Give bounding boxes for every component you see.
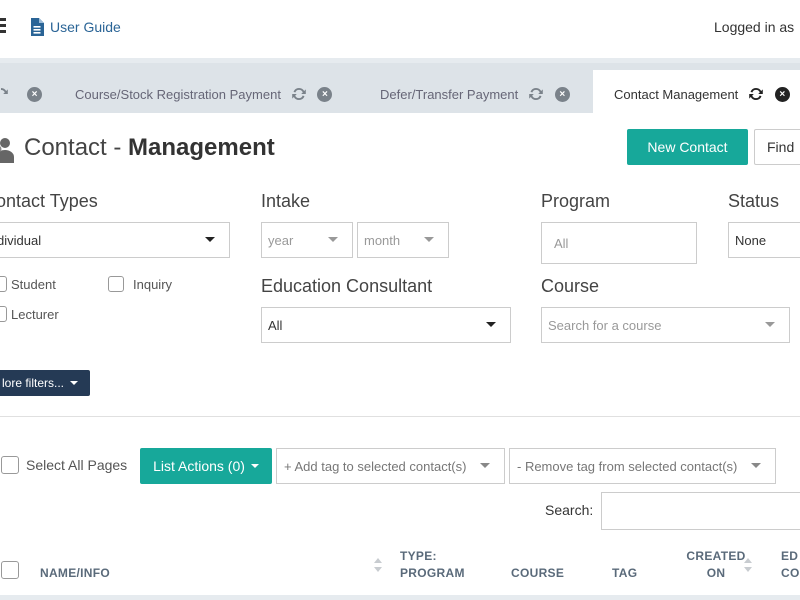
page-title-prefix: Contact - [24,134,129,161]
intake-month-placeholder: month [364,232,401,248]
column-header-tag[interactable]: TAG [612,565,637,582]
page-title-bold: Management [128,134,275,161]
chevron-down-icon [328,237,338,242]
program-value: All [554,235,569,251]
contact-types-value: dividual [0,232,42,248]
chevron-down-icon [70,381,79,385]
tab-strip: × Course/Stock Registration Payment × De… [0,58,800,118]
column-header-course[interactable]: COURSE [511,565,564,582]
close-tab-icon[interactable]: × [554,86,570,102]
new-contact-button[interactable]: New Contact [627,129,748,165]
column-header-type-program[interactable]: TYPE: PROGRAM [400,548,465,582]
column-header-created-line2: ON [706,566,726,580]
column-header-edit-line1: ED [781,549,799,563]
intake-month-select[interactable]: month [357,222,449,258]
hamburger-menu-icon[interactable] [0,18,6,33]
column-header-type-line2: PROGRAM [400,566,465,580]
find-button[interactable]: Find [754,129,800,165]
list-actions-label: List Actions (0) [153,458,245,474]
course-label: Course [541,276,600,296]
tab-label: Defer/Transfer Payment [380,86,519,102]
tab-course-stock-registration-payment[interactable]: Course/Stock Registration Payment × [75,70,345,118]
chevron-down-icon [486,322,496,327]
remove-tag-select[interactable]: - Remove tag from selected contact(s) [509,448,776,484]
refresh-icon[interactable] [748,86,764,102]
search-input[interactable] [601,492,800,530]
tab-defer-transfer-payment[interactable]: Defer/Transfer Payment × [380,70,580,118]
education-consultant-select[interactable]: All [261,307,511,343]
tab-label: Contact Management [614,86,739,102]
program-select[interactable]: All [541,222,697,264]
status-value: None [735,232,767,248]
contact-types-label: ontact Types [0,191,98,211]
lecturer-checkbox[interactable] [0,306,7,322]
more-filters-label: lore filters... [2,376,65,390]
close-tab-icon[interactable]: × [774,86,790,102]
tab-partial[interactable]: × [0,70,42,118]
logged-in-text: Logged in as [714,19,795,35]
refresh-icon[interactable] [0,86,11,102]
program-label: Program [541,191,611,211]
education-consultant-value: All [268,317,283,333]
more-filters-button[interactable]: lore filters... [0,370,90,396]
add-tag-select[interactable]: + Add tag to selected contact(s) [276,448,505,484]
top-bar: User Guide Logged in as [0,0,800,58]
divider [0,416,800,417]
lecturer-label: Lecturer [11,307,59,322]
chevron-down-icon [424,237,434,242]
column-header-edit-line2: CO [781,566,800,580]
users-icon [0,138,14,163]
intake-year-placeholder: year [268,232,294,248]
tab-label: Course/Stock Registration Payment [75,86,281,102]
list-actions-button[interactable]: List Actions (0) [140,448,272,484]
refresh-icon[interactable] [528,86,544,102]
chevron-down-icon [205,237,215,242]
inquiry-label: Inquiry [133,277,173,292]
intake-label: Intake [261,191,311,211]
chevron-down-icon [751,463,761,468]
contact-types-select[interactable]: dividual [0,222,230,258]
select-all-pages-checkbox[interactable] [1,456,19,474]
inquiry-checkbox[interactable] [108,276,124,292]
course-placeholder: Search for a course [548,317,662,333]
column-header-created-line1: CREATED [686,549,746,563]
search-label: Search: [545,502,594,518]
close-tab-icon[interactable]: × [27,86,42,102]
table-header-border [0,595,800,600]
education-consultant-label: Education Consultant [261,276,433,296]
column-header-type-line1: TYPE: [400,549,437,563]
chevron-down-icon [480,463,490,468]
user-guide-label: User Guide [50,19,121,35]
page-title: Contact - Management [24,134,275,162]
student-label: Student [11,277,56,292]
add-tag-placeholder: + Add tag to selected contact(s) [284,458,467,474]
refresh-icon[interactable] [291,86,307,102]
user-guide-link[interactable]: User Guide [30,18,121,36]
chevron-down-icon [250,464,259,468]
column-header-created-on[interactable]: CREATED ON [686,548,746,582]
tab-contact-management[interactable]: Contact Management × [593,70,800,118]
student-checkbox[interactable] [0,276,7,292]
column-header-edit[interactable]: ED CO [781,548,800,582]
remove-tag-placeholder: - Remove tag from selected contact(s) [517,458,738,474]
intake-year-select[interactable]: year [261,222,353,258]
status-select[interactable]: None [728,222,800,258]
select-row-all-checkbox[interactable] [1,561,19,579]
select-all-pages-label: Select All Pages [26,457,128,473]
status-label: Status [728,191,780,211]
sort-icon[interactable] [374,558,382,572]
document-icon [31,18,44,36]
course-select[interactable]: Search for a course [541,307,790,343]
sort-icon[interactable] [744,558,752,572]
column-header-name[interactable]: NAME/INFO [40,565,110,582]
chevron-down-icon [765,322,775,327]
close-tab-icon[interactable]: × [317,86,333,102]
